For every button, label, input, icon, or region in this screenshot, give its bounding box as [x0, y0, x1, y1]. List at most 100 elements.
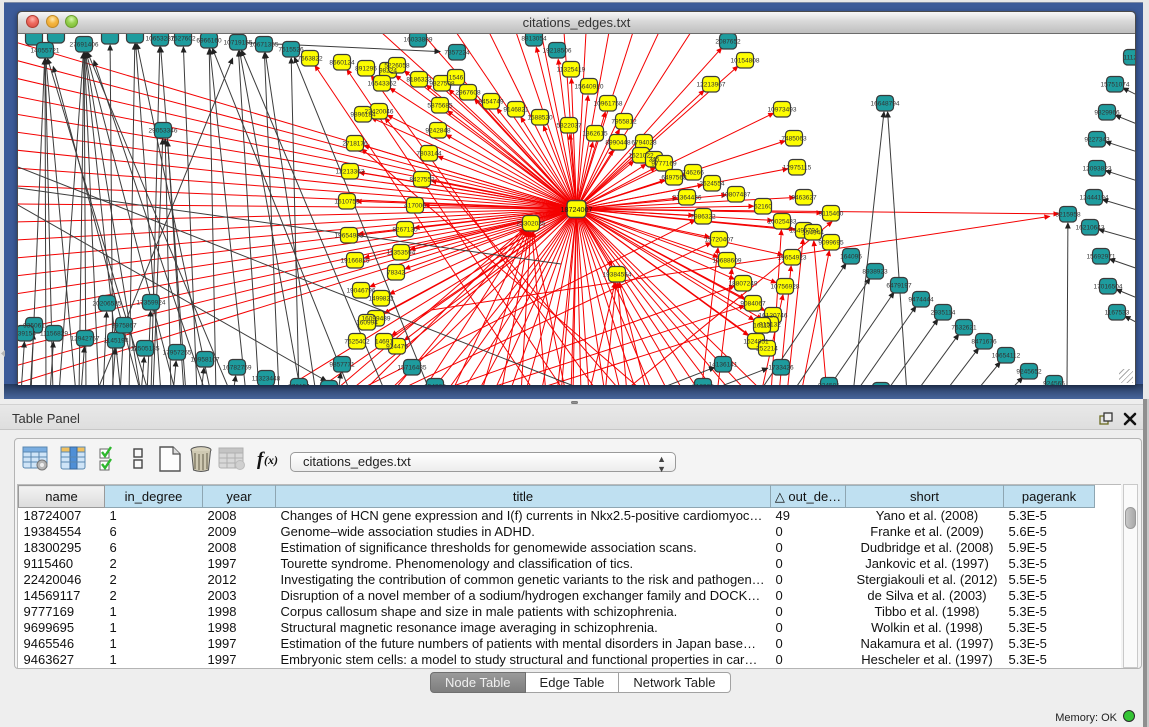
svg-text:1733426: 1733426 — [768, 365, 794, 372]
svg-text:10973493: 10973493 — [768, 107, 797, 114]
svg-text:154944: 154944 — [802, 230, 824, 237]
svg-text:10671355: 10671355 — [250, 42, 279, 49]
svg-text:9463627: 9463627 — [791, 195, 817, 202]
svg-text:17016504: 17016504 — [1094, 284, 1123, 291]
svg-text:15716485: 15716485 — [398, 365, 427, 372]
svg-text:160994: 160994 — [356, 320, 378, 327]
svg-text:19046796: 19046796 — [347, 288, 376, 295]
svg-text:18807249: 18807249 — [729, 281, 758, 288]
svg-text:7485063: 7485063 — [781, 136, 807, 143]
svg-text:19654983: 19654983 — [335, 233, 364, 240]
svg-text:8427552: 8427552 — [409, 177, 435, 184]
svg-text:23302035: 23302035 — [517, 221, 546, 228]
svg-text:12942757: 12942757 — [71, 336, 100, 343]
svg-text:6966160: 6966160 — [196, 38, 222, 45]
svg-text:10654112: 10654112 — [992, 353, 1021, 360]
svg-text:78342: 78342 — [387, 270, 405, 277]
svg-text:12444194: 12444194 — [1080, 195, 1109, 202]
svg-text:1362615: 1362615 — [582, 131, 608, 138]
svg-text:7632621: 7632621 — [951, 325, 977, 332]
svg-text:9857771: 9857771 — [329, 362, 355, 369]
svg-text:15692971: 15692971 — [1087, 254, 1116, 261]
svg-text:11121: 11121 — [1123, 55, 1135, 62]
svg-text:9242848: 9242848 — [425, 128, 451, 135]
svg-text:8471676: 8471676 — [971, 339, 997, 346]
svg-text:1167533: 1167533 — [1105, 310, 1130, 317]
svg-text:12213967: 12213967 — [697, 82, 726, 89]
svg-text:8990448: 8990448 — [605, 140, 631, 147]
svg-text:10719155: 10719155 — [224, 40, 253, 47]
svg-text:924565: 924565 — [1043, 381, 1065, 386]
svg-text:17957255: 17957255 — [163, 350, 192, 357]
svg-text:6794028: 6794028 — [631, 140, 657, 147]
svg-text:10807487: 10807487 — [722, 192, 751, 199]
svg-text:62160: 62160 — [754, 204, 772, 211]
svg-text:16113: 16113 — [753, 323, 771, 330]
svg-text:8267130: 8267130 — [392, 227, 418, 234]
svg-text:6479197: 6479197 — [886, 283, 912, 290]
svg-text:16120746: 16120746 — [759, 313, 788, 320]
svg-text:7986322: 7986322 — [690, 214, 716, 221]
svg-text:8186323: 8186323 — [406, 77, 432, 84]
svg-text:18724007: 18724007 — [561, 205, 593, 214]
svg-text:3624554: 3624554 — [699, 181, 725, 188]
svg-text:9329966: 9329966 — [1094, 110, 1120, 117]
svg-text:7515526: 7515526 — [278, 47, 304, 54]
svg-text:10025433: 10025433 — [768, 219, 797, 226]
svg-text:8454749: 8454749 — [478, 99, 504, 106]
svg-text:2935114: 2935114 — [931, 310, 956, 317]
svg-text:891295: 891295 — [355, 66, 377, 73]
svg-text:9227343: 9227343 — [1084, 137, 1110, 144]
svg-text:10961758: 10961758 — [594, 101, 623, 108]
svg-text:9245652: 9245652 — [1016, 369, 1042, 376]
svg-text:2087652: 2087652 — [715, 39, 741, 46]
svg-text:1145194: 1145194 — [104, 338, 129, 345]
svg-text:10756928: 10756928 — [771, 284, 800, 291]
svg-text:12093823: 12093823 — [1083, 166, 1112, 173]
svg-text:14136141: 14136141 — [709, 362, 738, 369]
svg-text:29053346: 29053346 — [149, 128, 178, 135]
svg-text:16543362: 16543362 — [368, 81, 397, 88]
svg-text:11353594: 11353594 — [387, 250, 416, 257]
svg-text:19166825: 19166825 — [341, 258, 370, 265]
svg-text:16210643: 16210643 — [1076, 225, 1105, 232]
svg-text:924501: 924501 — [818, 383, 840, 386]
svg-text:16033809: 16033809 — [404, 37, 433, 44]
svg-text:7625402: 7625402 — [344, 339, 370, 346]
svg-text:10958107: 10958107 — [191, 357, 220, 364]
svg-text:876154: 876154 — [288, 384, 310, 386]
svg-text:1546: 1546 — [449, 75, 464, 82]
svg-text:9099695: 9099695 — [818, 240, 844, 247]
svg-text:10154808: 10154808 — [731, 58, 760, 65]
svg-text:12505135: 12505135 — [131, 346, 160, 353]
svg-text:8938923: 8938923 — [862, 269, 888, 276]
svg-text:10688609: 10688609 — [713, 258, 742, 265]
svg-text:164095: 164095 — [840, 254, 862, 261]
svg-text:8813054: 8813054 — [521, 36, 547, 43]
svg-text:7955812: 7955812 — [611, 119, 637, 126]
svg-text:2718176: 2718176 — [342, 141, 368, 148]
svg-text:7663822: 7663822 — [297, 56, 323, 63]
svg-text:11323448: 11323448 — [252, 376, 281, 383]
svg-text:1610755: 1610755 — [334, 199, 360, 206]
svg-text:11156829: 11156829 — [40, 331, 68, 338]
svg-text:1499822: 1499822 — [368, 296, 394, 303]
svg-text:417006: 417006 — [404, 203, 426, 210]
svg-text:9474444: 9474444 — [908, 297, 934, 304]
svg-text:3215958: 3215958 — [1055, 212, 1081, 219]
svg-text:12975115: 12975115 — [783, 165, 812, 172]
svg-text:9146821: 9146821 — [503, 107, 529, 114]
svg-text:12213363: 12213363 — [336, 169, 365, 176]
svg-text:17359924: 17359924 — [137, 300, 166, 307]
svg-text:19384554: 19384554 — [603, 272, 632, 279]
svg-text:2967608: 2967608 — [455, 90, 481, 97]
svg-text:14691: 14691 — [375, 339, 393, 346]
svg-text:16782759: 16782759 — [223, 365, 252, 372]
svg-text:935061: 935061 — [23, 323, 45, 330]
svg-text:5322037: 5322037 — [556, 123, 582, 130]
svg-text:1588520: 1588520 — [527, 115, 553, 122]
svg-text:154308: 154308 — [424, 384, 446, 386]
svg-text:6497568: 6497568 — [661, 175, 687, 182]
svg-text:9084067: 9084067 — [740, 301, 766, 308]
svg-text:14055721: 14055721 — [31, 48, 60, 55]
